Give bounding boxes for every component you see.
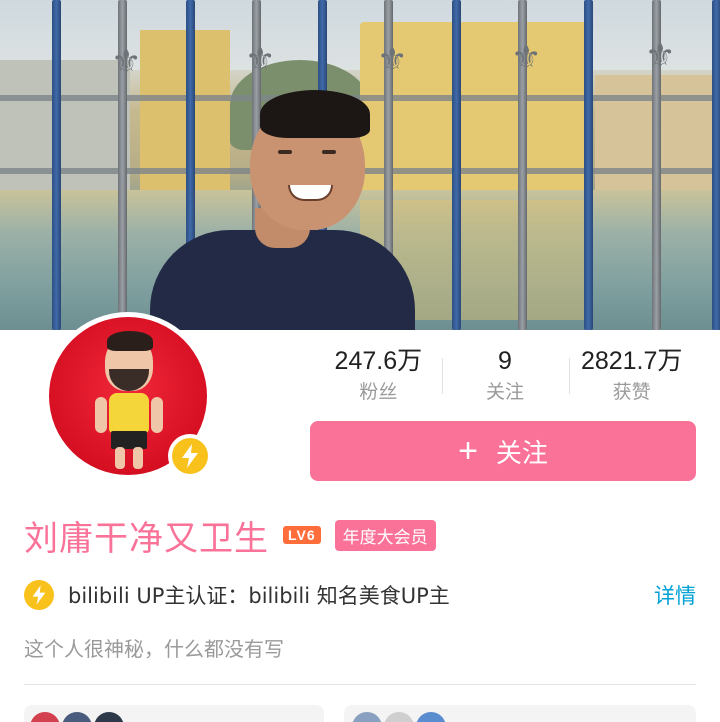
avatar-figure-arm: [151, 397, 163, 433]
fence-bar: [584, 0, 593, 330]
avatar-figure-body: [109, 393, 149, 433]
stat-value: 2821.7万: [580, 347, 683, 375]
stat-likes[interactable]: 2821.7万 获赞: [568, 344, 695, 408]
stat-divider: [442, 358, 443, 394]
fence-spike: ⚜: [111, 42, 142, 82]
bio-text: 这个人很神秘，什么都没有写: [24, 637, 284, 661]
fence-bar: [452, 0, 461, 330]
fence-bar: [52, 0, 61, 330]
stat-fans[interactable]: 247.6万 粉丝: [315, 344, 442, 408]
avatar-figure-leg: [133, 447, 143, 469]
stat-value: 247.6万: [334, 347, 423, 375]
profile-banner-image[interactable]: ⚜ ⚜ ⚜ ⚜ ⚜: [0, 0, 720, 330]
stat-divider: [569, 358, 570, 394]
verified-badge: [168, 434, 212, 478]
stat-label: 粉丝: [359, 381, 398, 403]
stat-label: 关注: [486, 381, 525, 403]
stat-following[interactable]: 9 关注: [442, 344, 569, 408]
follow-button-label: 关注: [495, 437, 548, 468]
profile-stats: 247.6万 粉丝 9 关注 2821.7万 获赞: [315, 344, 695, 408]
banner-person: [150, 90, 415, 330]
avatar-figure-arm: [95, 397, 107, 433]
username: 刘庸干净又卫生: [24, 518, 269, 559]
plus-icon: +: [458, 432, 478, 470]
avatar-figure-hair: [107, 331, 153, 351]
follow-button[interactable]: + 关注: [310, 421, 696, 481]
fence-spike: ⚜: [511, 38, 542, 78]
lightning-bolt-icon: [172, 438, 208, 474]
certification-row: bilibili UP主认证：bilibili 知名美食UP主 详情: [24, 578, 696, 612]
fence-spike: ⚜: [245, 40, 276, 80]
vip-badge[interactable]: 年度大会员: [334, 519, 436, 551]
name-row: 刘庸干净又卫生 LV6 年度大会员: [24, 510, 436, 560]
avatar-figure-leg: [115, 447, 125, 469]
avatar-figure-shorts: [111, 431, 147, 449]
divider: [24, 684, 696, 685]
certification-detail-link[interactable]: 详情: [654, 580, 696, 610]
lightning-bolt-icon: [24, 580, 54, 610]
stat-value: 9: [498, 347, 512, 375]
fence-spike: ⚜: [377, 40, 408, 80]
fence-bar: [712, 0, 720, 330]
level-badge[interactable]: LV6: [283, 526, 321, 544]
certification-text: bilibili UP主认证：bilibili 知名美食UP主: [68, 584, 450, 608]
fence-spike: ⚜: [645, 36, 676, 76]
stat-label: 获赞: [612, 381, 651, 403]
